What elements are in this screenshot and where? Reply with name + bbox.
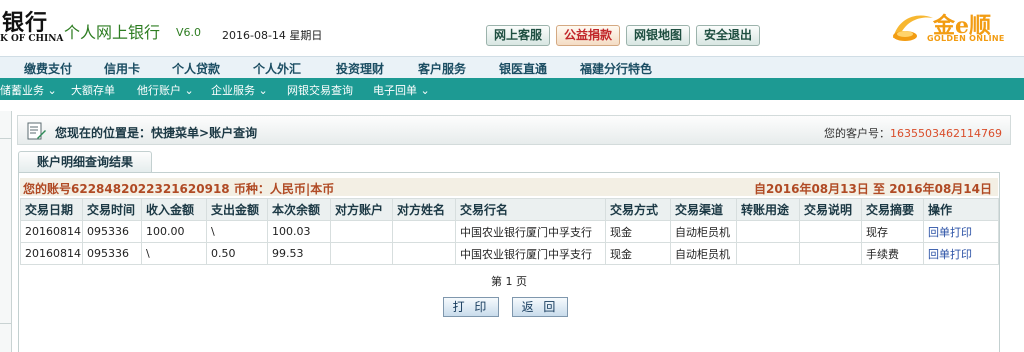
cell-transfer-purpose — [736, 242, 800, 265]
cell-counter-name — [392, 242, 456, 265]
cell-transfer-purpose — [736, 220, 800, 243]
transaction-table: 交易日期 交易时间 收入金额 支出金额 本次余额 对方账户 对方姓名 交易行名 … — [20, 198, 999, 265]
cell-description — [799, 220, 862, 243]
col-expense: 支出金额 — [206, 198, 268, 221]
menu-bill-payment[interactable]: 缴费支付 — [24, 60, 72, 77]
col-income: 收入金额 — [141, 198, 207, 221]
customer-number-label: 您的客户号： — [824, 127, 891, 140]
breadcrumb-path: 快捷菜单>账户查询 — [151, 126, 258, 140]
col-operation: 操作 — [923, 198, 999, 221]
online-service-button[interactable]: 网上客服 — [486, 25, 551, 46]
action-buttons: 打 印 返 回 — [443, 297, 568, 317]
submenu-enterprise-services[interactable]: 企业服务 ⌄ — [211, 82, 268, 98]
table-row: 20160814 095336 \ 0.50 99.53 中国农业银行厦门中孚支… — [20, 242, 999, 265]
submenu-savings[interactable]: 储蓄业务 ⌄ — [0, 82, 57, 98]
menu-credit-card[interactable]: 信用卡 — [104, 60, 140, 77]
cell-summary: 手续费 — [861, 242, 924, 265]
cell-bank-name: 中国农业银行厦门中孚支行 — [455, 220, 606, 243]
brand-english-text: GOLDEN ONLINE — [927, 34, 1005, 43]
cell-trade-date: 20160814 — [20, 242, 83, 265]
col-description: 交易说明 — [799, 198, 862, 221]
menu-customer-service[interactable]: 客户服务 — [418, 60, 466, 77]
account-summary-row: 您的账号6228482022321620918 币种：人民币|本币 自2016年… — [20, 178, 998, 196]
menu-personal-loan[interactable]: 个人贷款 — [172, 60, 220, 77]
customer-number-value: 1635503462114769 — [890, 127, 1002, 140]
location-bar: 您现在的位置是：快捷菜单>账户查询 您的客户号：1635503462114769 — [17, 115, 1011, 145]
table-row: 20160814 095336 100.00 \ 100.03 中国农业银行厦门… — [20, 220, 999, 243]
header: 银行 K OF CHINA 个人网上银行 V6.0 2016-08-14 星期日… — [0, 0, 1024, 52]
col-counter-account: 对方账户 — [330, 198, 393, 221]
cell-description — [799, 242, 862, 265]
menu-fujian-special[interactable]: 福建分行特色 — [580, 60, 652, 77]
ebank-map-button[interactable]: 网银地图 — [626, 25, 691, 46]
cell-counter-account — [330, 220, 393, 243]
col-trade-time: 交易时间 — [82, 198, 142, 221]
breadcrumb-prefix: 您现在的位置是： — [55, 126, 152, 140]
table-header-row: 交易日期 交易时间 收入金额 支出金额 本次余额 对方账户 对方姓名 交易行名 … — [20, 198, 999, 221]
menu-personal-forex[interactable]: 个人外汇 — [253, 60, 301, 77]
account-detail-panel: 您的账号6228482022321620918 币种：人民币|本币 自2016年… — [18, 172, 1000, 352]
cell-expense: \ — [206, 220, 268, 243]
cell-counter-name — [392, 220, 456, 243]
safe-exit-button[interactable]: 安全退出 — [696, 25, 761, 46]
cell-counter-account — [330, 242, 393, 265]
left-sidebar-edge — [0, 111, 12, 352]
col-bank-name: 交易行名 — [455, 198, 606, 221]
receipt-print-link[interactable]: 回单打印 — [923, 220, 999, 243]
header-button-group: 网上客服 公益捐款 网银地图 安全退出 — [486, 25, 761, 46]
secondary-menu: 储蓄业务 ⌄ 大额存单 他行账户 ⌄ 企业服务 ⌄ 网银交易查询 电子回单 ⌄ — [0, 78, 1024, 100]
cell-bank-name: 中国农业银行厦门中孚支行 — [455, 242, 606, 265]
cell-trade-date: 20160814 — [20, 220, 83, 243]
bank-logo-subtext: K OF CHINA — [0, 34, 64, 44]
cell-balance: 99.53 — [267, 242, 331, 265]
submenu-other-bank-accounts[interactable]: 他行账户 ⌄ — [137, 82, 194, 98]
bank-logo-text: 银行 — [2, 10, 49, 36]
cell-expense: 0.50 — [206, 242, 268, 265]
col-trade-method: 交易方式 — [605, 198, 671, 221]
cell-income: \ — [141, 242, 207, 265]
cell-trade-time: 095336 — [82, 220, 142, 243]
col-trade-channel: 交易渠道 — [670, 198, 737, 221]
col-counter-name: 对方姓名 — [392, 198, 456, 221]
cell-summary: 现存 — [861, 220, 924, 243]
menu-investment[interactable]: 投资理财 — [336, 60, 384, 77]
back-button[interactable]: 返 回 — [512, 297, 568, 317]
account-info: 您的账号6228482022321620918 币种：人民币|本币 — [23, 182, 335, 196]
page-indicator: 第 1 页 — [491, 275, 527, 288]
menu-medical-direct[interactable]: 银医直通 — [499, 60, 547, 77]
submenu-e-receipt[interactable]: 电子回单 ⌄ — [373, 82, 430, 98]
submenu-large-deposit[interactable]: 大额存单 — [71, 82, 115, 98]
cell-trade-method: 现金 — [605, 220, 671, 243]
document-icon — [27, 122, 46, 140]
charity-donation-button[interactable]: 公益捐款 — [556, 25, 621, 46]
col-summary: 交易摘要 — [861, 198, 924, 221]
submenu-transaction-query[interactable]: 网银交易查询 — [287, 82, 353, 98]
customer-number: 您的客户号：1635503462114769 — [824, 125, 1002, 141]
golden-online-logo: 金e顺 GOLDEN ONLINE — [887, 6, 1021, 46]
date-range: 自2016年08月13日 至 2016年08月14日 — [754, 182, 992, 196]
app-version: V6.0 — [176, 26, 202, 39]
cell-trade-method: 现金 — [605, 242, 671, 265]
col-transfer-purpose: 转账用途 — [736, 198, 800, 221]
cell-income: 100.00 — [141, 220, 207, 243]
cell-balance: 100.03 — [267, 220, 331, 243]
cell-trade-channel: 自动柜员机 — [670, 220, 737, 243]
breadcrumb: 您现在的位置是：快捷菜单>账户查询 — [55, 124, 257, 141]
tab-account-detail-result[interactable]: 账户明细查询结果 — [18, 151, 152, 173]
print-button[interactable]: 打 印 — [443, 297, 499, 317]
header-date: 2016-08-14 星期日 — [222, 29, 323, 42]
primary-menu: 缴费支付 信用卡 个人贷款 个人外汇 投资理财 客户服务 银医直通 福建分行特色 — [0, 56, 1024, 78]
receipt-print-link[interactable]: 回单打印 — [923, 242, 999, 265]
col-balance: 本次余额 — [267, 198, 331, 221]
cell-trade-time: 095336 — [82, 242, 142, 265]
cell-trade-channel: 自动柜员机 — [670, 242, 737, 265]
app-title: 个人网上银行 — [64, 23, 161, 42]
col-trade-date: 交易日期 — [20, 198, 83, 221]
